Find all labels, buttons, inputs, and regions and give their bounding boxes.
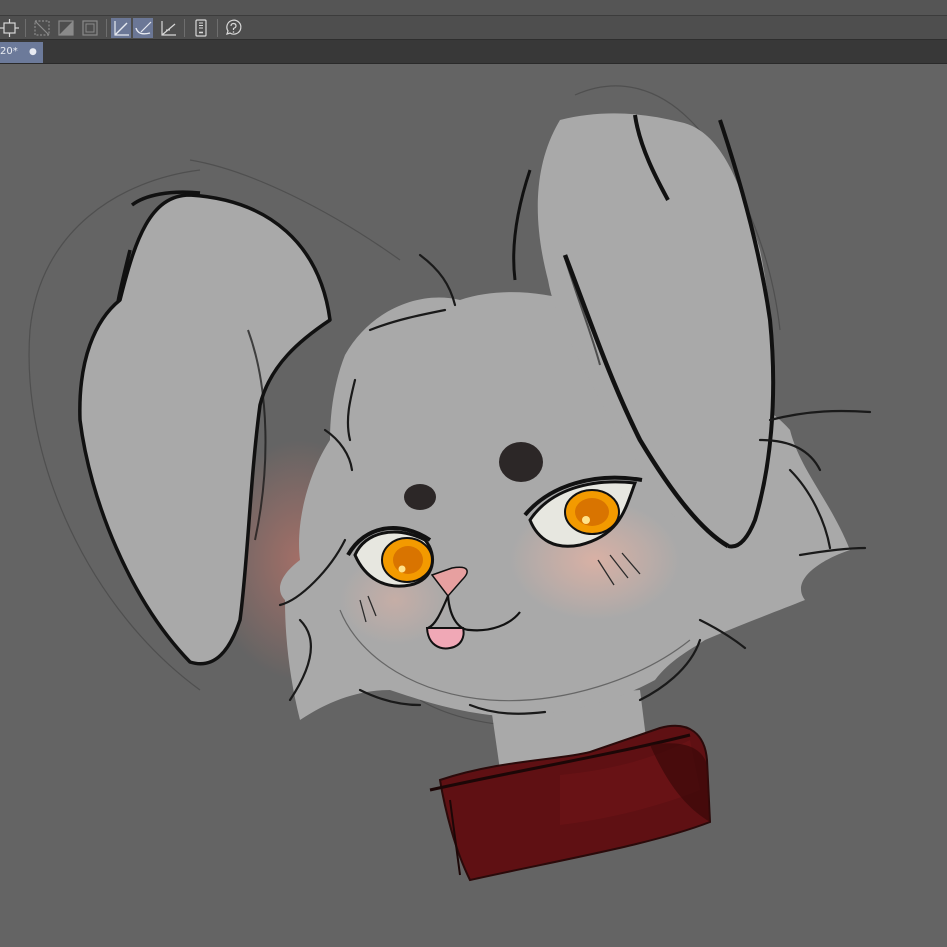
tab-close-icon[interactable]: ●: [29, 46, 37, 58]
clear-outside-selection-icon[interactable]: [32, 18, 52, 38]
drawing-app-window: 20* ●: [0, 0, 947, 947]
border-selection-icon[interactable]: [80, 18, 100, 38]
perspective-ruler-icon[interactable]: [158, 18, 178, 38]
document-tab-bar: 20* ●: [0, 40, 947, 64]
toolbar-separator: [217, 19, 218, 37]
brow-spot: [404, 484, 436, 510]
document-tab-label: 20*: [0, 46, 18, 57]
toolbar-separator: [184, 19, 185, 37]
brow-spot: [499, 442, 543, 482]
curve-ruler-icon[interactable]: [133, 18, 153, 38]
menu-strip: [0, 0, 947, 16]
bunny-illustration: [28, 85, 872, 882]
drawing-canvas[interactable]: [0, 64, 947, 947]
fill-selection-icon[interactable]: [56, 18, 76, 38]
transform-icon[interactable]: [0, 18, 20, 38]
toolbar-separator: [25, 19, 26, 37]
document-tab[interactable]: 20* ●: [0, 42, 43, 63]
toolbar-separator: [106, 19, 107, 37]
command-toolbar: [0, 16, 947, 40]
straight-line-ruler-icon[interactable]: [111, 18, 131, 38]
help-icon[interactable]: [223, 18, 243, 38]
tablet-icon[interactable]: [191, 18, 211, 38]
